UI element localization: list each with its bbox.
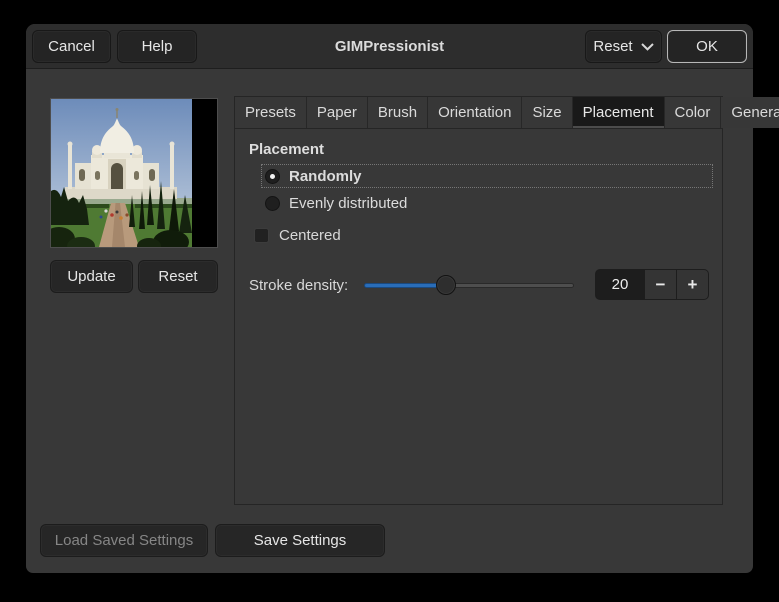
stroke-density-slider[interactable]	[364, 273, 574, 297]
randomly-radio-label: Randomly	[289, 167, 362, 185]
evenly-distributed-radio-label: Evenly distributed	[289, 194, 408, 212]
stroke-density-label: Stroke density:	[249, 277, 349, 294]
preview-frame	[50, 98, 218, 248]
tab-bar: Presets Paper Brush Orientation Size Pla…	[235, 97, 779, 129]
save-settings-label: Save Settings	[253, 532, 347, 549]
update-button-label: Update	[67, 268, 116, 285]
tab-general[interactable]: General	[721, 97, 779, 128]
centered-checkbox-label: Centered	[279, 227, 341, 244]
tab-size[interactable]: Size	[522, 97, 573, 128]
reset-dropdown-label: Reset	[593, 38, 633, 55]
reset-dropdown-button[interactable]: Reset	[585, 30, 662, 63]
plus-icon: +	[687, 274, 698, 294]
ok-button[interactable]: OK	[667, 30, 747, 63]
help-button-label: Help	[141, 38, 173, 55]
chevron-down-icon	[640, 42, 654, 51]
stroke-density-plus-button[interactable]: +	[676, 270, 708, 299]
randomly-radio[interactable]	[265, 168, 280, 184]
help-button[interactable]: Help	[117, 30, 197, 63]
tab-presets[interactable]: Presets	[235, 97, 307, 128]
evenly-distributed-radio[interactable]	[265, 195, 280, 211]
tab-paper[interactable]: Paper	[306, 97, 368, 128]
stroke-density-fill	[364, 283, 446, 288]
stroke-density-handle[interactable]	[435, 275, 456, 295]
preview-reset-button-label: Reset	[158, 268, 198, 285]
tab-placement[interactable]: Placement	[572, 97, 665, 128]
tab-orientation[interactable]: Orientation	[428, 97, 523, 128]
ok-button-label: OK	[696, 38, 718, 55]
stroke-density-value-input[interactable]	[596, 270, 644, 299]
placement-heading: Placement	[249, 141, 325, 158]
minus-icon: −	[655, 274, 666, 294]
cancel-button[interactable]: Cancel	[32, 30, 111, 63]
stroke-density-minus-button[interactable]: −	[644, 270, 676, 299]
radio-option-evenly-distributed[interactable]: Evenly distributed	[261, 192, 407, 214]
cancel-button-label: Cancel	[48, 38, 95, 55]
header-bar: GIMPressionist Cancel Help Reset OK	[26, 24, 753, 69]
tab-brush[interactable]: Brush	[367, 97, 429, 128]
stroke-density-spinbox: − +	[595, 269, 709, 300]
tab-color[interactable]: Color	[664, 97, 722, 128]
save-settings-button[interactable]: Save Settings	[215, 524, 385, 557]
settings-notebook: Presets Paper Brush Orientation Size Pla…	[234, 96, 779, 505]
load-saved-settings-label: Load Saved Settings	[54, 532, 194, 549]
update-button[interactable]: Update	[50, 260, 133, 293]
radio-option-randomly[interactable]: Randomly	[261, 164, 713, 188]
preview-image-taj-mahal	[51, 99, 192, 247]
load-saved-settings-button[interactable]: Load Saved Settings	[40, 524, 208, 557]
centered-checkbox-box[interactable]	[254, 228, 269, 243]
gimpressionist-dialog: GIMPressionist Cancel Help Reset OK Upda…	[26, 24, 779, 573]
centered-checkbox-row[interactable]: Centered	[254, 227, 341, 244]
preview-reset-button[interactable]: Reset	[138, 260, 218, 293]
